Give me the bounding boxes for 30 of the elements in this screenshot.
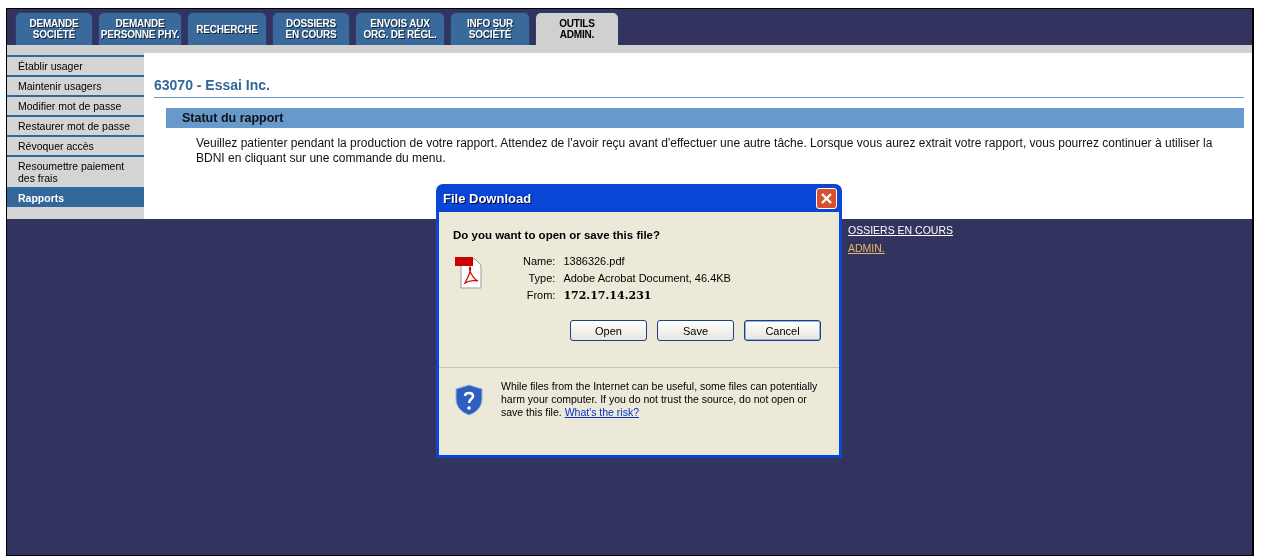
nav-tab[interactable]: OUTILS ADMIN. [535, 12, 619, 45]
close-button[interactable] [816, 187, 837, 209]
field-label: Name: [523, 255, 556, 267]
dialog-question: Do you want to open or save this file? [453, 229, 662, 241]
dialog-button[interactable]: Open [570, 320, 647, 341]
page-title: 63070 - Essai Inc. [154, 77, 1244, 98]
field-label: Type: [527, 272, 556, 284]
dialog-title: File Download [443, 190, 532, 206]
field-label: From: [525, 289, 556, 302]
section-header: Statut du rapport [166, 108, 1244, 128]
nav-tab[interactable]: RECHERCHE [187, 12, 267, 45]
nav-link[interactable]: ADMIN. [848, 242, 954, 254]
dialog-button[interactable]: Save [657, 320, 734, 341]
field-value: 172.17.14.231 [563, 289, 653, 302]
nav-tab[interactable]: DOSSIERS EN COURS [272, 12, 350, 45]
field-value: 1386326.pdf [563, 255, 626, 267]
close-icon [820, 191, 833, 205]
warning-text: While files from the Internet can be useful, some files can potentially harm your computer. If you do not trust the source, do not open or save this file. What's the risk? [501, 380, 819, 419]
nav-tab[interactable]: DEMANDE PERSONNE PHY. [98, 12, 182, 45]
risk-link[interactable]: What's the risk? [564, 406, 639, 418]
shield-question-icon [455, 384, 483, 416]
nav-tab[interactable]: DEMANDE SOCIÉTÉ [15, 12, 93, 45]
dialog-button[interactable]: Cancel [744, 320, 821, 341]
pdf-file-icon [455, 255, 483, 289]
nav-tab[interactable]: INFO SUR SOCIÉTÉ [450, 12, 530, 45]
nav-tab[interactable]: ENVOIS AUX ORG. DE RÉGL. [355, 12, 445, 45]
field-value: Adobe Acrobat Document, 46.4KB [563, 272, 731, 284]
sidebar-item[interactable]: Rapports [7, 187, 144, 207]
nav-link[interactable]: OSSIERS EN COURS [848, 224, 954, 236]
status-message: Veuillez patienter pendant la production de votre rapport. Attendez de l'avoir reçu avant d'effectuer une autre tâche. Lorsque vous aurez extrait votre rapport, vous pourrez continuer à utiliser la BDNI en cliquant sur une commande du menu. [196, 136, 1214, 166]
